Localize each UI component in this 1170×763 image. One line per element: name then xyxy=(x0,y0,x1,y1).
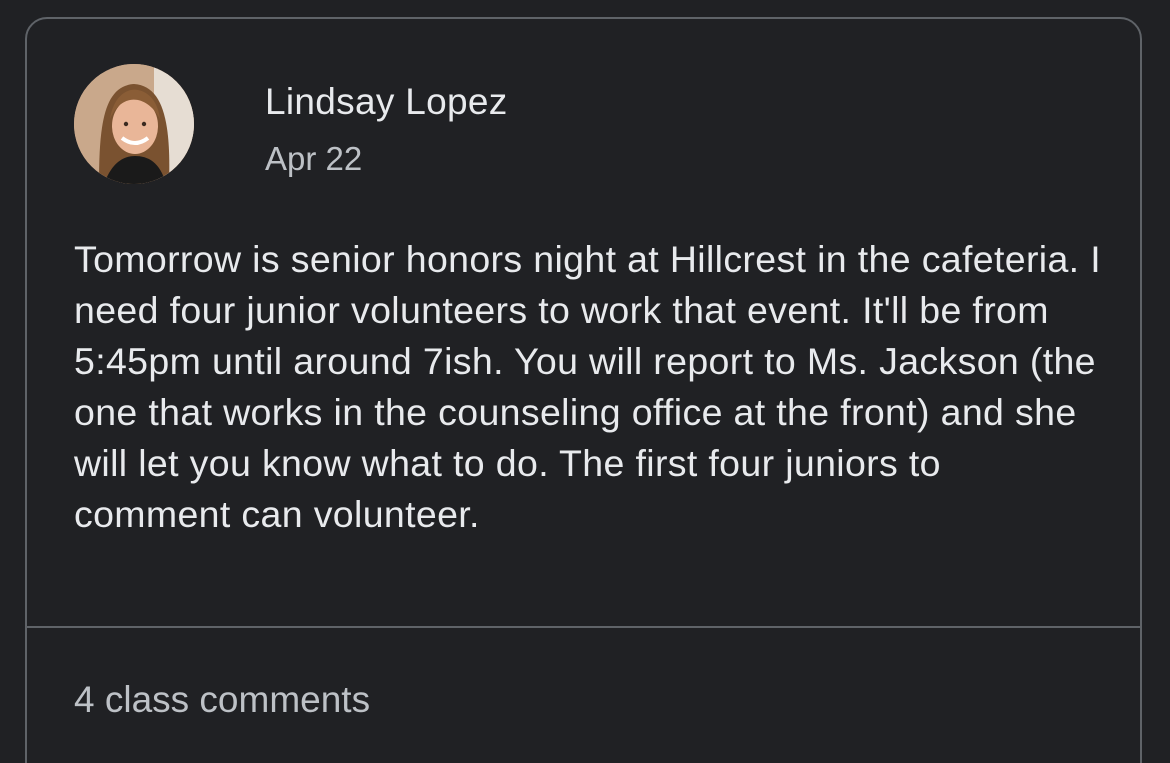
post-body: Tomorrow is senior honors night at Hillc… xyxy=(74,238,1101,535)
post-header: Lindsay Lopez Apr 22 xyxy=(74,64,1074,189)
avatar-photo-icon xyxy=(74,64,194,184)
post-card: Lindsay Lopez Apr 22 Tomorrow is senior … xyxy=(25,17,1142,763)
divider xyxy=(27,626,1140,628)
class-comments-link[interactable]: 4 class comments xyxy=(74,679,370,721)
author-name[interactable]: Lindsay Lopez xyxy=(265,81,508,123)
avatar[interactable] xyxy=(74,64,194,184)
post-date: Apr 22 xyxy=(265,140,363,177)
